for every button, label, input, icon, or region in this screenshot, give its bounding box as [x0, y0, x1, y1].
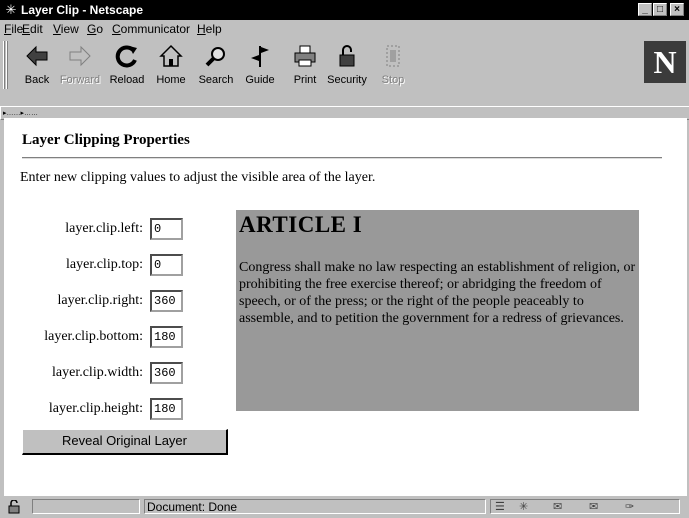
navigation-toolbar: Back Forward Reload Home Search Guide Pr…: [0, 38, 689, 106]
intro-text: Enter new clipping values to adjust the …: [20, 170, 376, 185]
clipped-layer: ARTICLE I Congress shall make no law res…: [236, 210, 639, 411]
clip-width-label: layer.clip.width:: [52, 365, 143, 380]
clip-right-input[interactable]: 360: [150, 290, 183, 312]
clip-top-input[interactable]: 0: [150, 254, 183, 276]
clip-height-label: layer.clip.height:: [48, 401, 143, 416]
title-bar: ✳ Layer Clip - Netscape _ □ ×: [0, 0, 689, 20]
stop-icon: [386, 45, 400, 67]
clip-top-row: layer.clip.top: 0: [4, 254, 183, 276]
home-icon: [159, 44, 183, 67]
navigator-icon[interactable]: ✳: [519, 500, 528, 514]
search-button[interactable]: Search: [193, 42, 239, 90]
mail-icon[interactable]: ✉: [553, 500, 562, 514]
menu-view[interactable]: View: [53, 22, 79, 36]
clip-height-row: layer.clip.height: 180: [4, 398, 183, 420]
forward-button[interactable]: Forward: [57, 42, 103, 90]
status-bar: Document: Done ☰ ✳ ✉ ✉ ✑: [0, 496, 689, 518]
clip-bottom-label: layer.clip.bottom:: [44, 329, 143, 344]
reload-icon: [115, 45, 137, 68]
guide-icon: [251, 46, 269, 67]
clip-bottom-row: layer.clip.bottom: 180: [4, 326, 183, 348]
home-button[interactable]: Home: [148, 42, 194, 90]
search-icon: [205, 47, 225, 67]
close-button[interactable]: ×: [670, 3, 684, 16]
clip-right-label: layer.clip.right:: [57, 293, 143, 308]
page-content: Layer Clipping Properties Enter new clip…: [4, 118, 687, 496]
menu-help[interactable]: Help: [197, 22, 222, 36]
toolbar-grip[interactable]: [3, 41, 9, 89]
menu-file[interactable]: File: [4, 22, 23, 36]
netscape-logo[interactable]: N: [644, 41, 686, 83]
netscape-app-icon[interactable]: ✳: [3, 2, 19, 18]
clip-left-row: layer.clip.left: 0: [4, 218, 183, 240]
article-text: Congress shall make no law respecting an…: [239, 260, 636, 326]
reveal-original-layer-button[interactable]: Reveal Original Layer: [22, 429, 228, 455]
clip-right-row: layer.clip.right: 360: [4, 290, 183, 312]
security-button[interactable]: Security: [324, 42, 370, 90]
security-lock-icon[interactable]: [6, 499, 24, 514]
printer-icon: [294, 45, 316, 67]
menu-bar: File Edit View Go Communicator Help: [0, 20, 689, 38]
clip-height-input[interactable]: 180: [150, 398, 183, 420]
composer-icon[interactable]: ✑: [625, 500, 634, 514]
menu-go[interactable]: Go: [87, 22, 103, 36]
minimize-button[interactable]: _: [638, 3, 652, 16]
clip-left-input[interactable]: 0: [150, 218, 183, 240]
clip-left-label: layer.clip.left:: [65, 221, 143, 236]
horizontal-rule: [22, 157, 662, 159]
page-heading: Layer Clipping Properties: [22, 132, 190, 148]
maximize-button[interactable]: □: [653, 3, 667, 16]
component-bar-grip-icon[interactable]: ☰: [495, 500, 505, 514]
reload-button[interactable]: Reload: [104, 42, 150, 90]
clip-top-label: layer.clip.top:: [66, 257, 143, 272]
progress-bar: [32, 499, 140, 514]
clip-bottom-input[interactable]: 180: [150, 326, 183, 348]
padlock-icon: [339, 45, 355, 67]
article-title: ARTICLE I: [239, 212, 363, 237]
back-arrow-icon: [26, 45, 48, 67]
clip-width-row: layer.clip.width: 360: [4, 362, 183, 384]
component-bar: ☰ ✳ ✉ ✉ ✑: [490, 499, 680, 514]
clip-width-input[interactable]: 360: [150, 362, 183, 384]
collapse-tab[interactable]: ▸……▸……: [3, 109, 61, 118]
print-button[interactable]: Print: [282, 42, 328, 90]
status-text: Document: Done: [144, 499, 486, 514]
forward-arrow-icon: [69, 45, 91, 67]
discussions-icon[interactable]: ✉: [589, 500, 598, 514]
stop-button[interactable]: Stop: [370, 42, 416, 90]
window-title: Layer Clip - Netscape: [21, 3, 144, 17]
back-button[interactable]: Back: [14, 42, 60, 90]
guide-button[interactable]: Guide: [237, 42, 283, 90]
menu-communicator[interactable]: Communicator: [112, 22, 190, 36]
menu-edit[interactable]: Edit: [22, 22, 43, 36]
